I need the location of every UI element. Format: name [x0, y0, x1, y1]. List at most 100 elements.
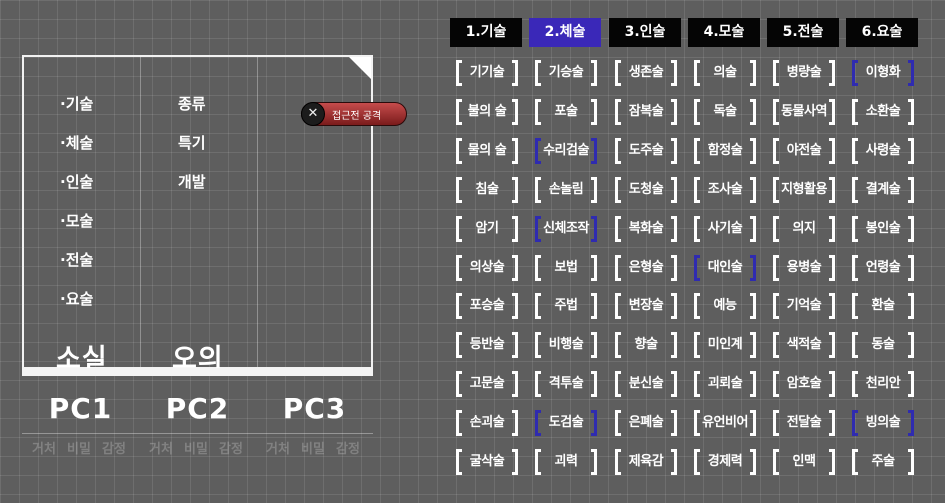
skill-cell[interactable]: 기기술	[456, 60, 518, 86]
melee-attack-button[interactable]: ✕ 접근전 공격	[301, 102, 407, 126]
tab-1-gisul[interactable]: 1.기술	[450, 18, 522, 47]
skill-cell[interactable]: 등반술	[456, 332, 518, 358]
skill-cell[interactable]: 주술	[852, 449, 914, 475]
skill-cell[interactable]: 굴삭술	[456, 449, 518, 475]
skill-cell[interactable]: 동술	[852, 332, 914, 358]
ghost-gamjeong: 감정	[336, 442, 360, 457]
attribute-item: 특기	[178, 134, 206, 152]
skill-cell[interactable]: 격투술	[535, 371, 597, 397]
pc-stat-row: 거처 비밀 감정 거처 비밀 감정 거처 비밀 감정	[22, 442, 373, 488]
skill-cell[interactable]: 잠복술	[615, 99, 677, 125]
category-list: ·기술 ·체술 ·인술 ·모술 ·전술 ·요술	[60, 93, 93, 327]
skill-cell[interactable]: 생존술	[615, 60, 677, 86]
ghost-bimil: 비밀	[184, 442, 208, 457]
pc2-label: PC2	[165, 392, 230, 425]
skill-cell[interactable]: 천리안	[852, 371, 914, 397]
skill-cell[interactable]: 향술	[615, 332, 677, 358]
skill-cell[interactable]: 병량술	[773, 60, 835, 86]
divider	[22, 433, 373, 434]
skill-cell[interactable]: 손놀림	[535, 177, 597, 203]
skill-cell[interactable]: 보법	[535, 255, 597, 281]
skill-cell[interactable]: 사기술	[694, 216, 756, 242]
skill-cell[interactable]: 조사술	[694, 177, 756, 203]
skill-cell[interactable]: 주법	[535, 293, 597, 319]
skill-cell[interactable]: 기억술	[773, 293, 835, 319]
skill-cell[interactable]: 독술	[694, 99, 756, 125]
skill-cell[interactable]: 수리검술	[535, 138, 597, 164]
ghost-bimil: 비밀	[67, 442, 91, 457]
panel-divider	[257, 57, 258, 367]
crossed-swords-icon: ✕	[301, 102, 325, 126]
pc1-label: PC1	[48, 392, 113, 425]
skill-cell[interactable]: 도검술	[535, 410, 597, 436]
skill-cell[interactable]: 야전술	[773, 138, 835, 164]
skill-cell[interactable]: 봉인술	[852, 216, 914, 242]
skill-cell[interactable]: 환술	[852, 293, 914, 319]
skill-cell[interactable]: 동물사역	[773, 99, 835, 125]
ghost-bimil: 비밀	[301, 442, 325, 457]
skill-cell[interactable]: 복화술	[615, 216, 677, 242]
skill-cell[interactable]: 전달술	[773, 410, 835, 436]
tab-3-insul[interactable]: 3.인술	[609, 18, 681, 47]
tab-2-chesul[interactable]: 2.체술	[529, 18, 601, 47]
skill-cell[interactable]: 비행술	[535, 332, 597, 358]
skill-cell[interactable]: 은형술	[615, 255, 677, 281]
ghost-geocheo: 거처	[149, 442, 173, 457]
skill-cell[interactable]: 빙의술	[852, 410, 914, 436]
skill-cell[interactable]: 유언비어	[694, 410, 756, 436]
skill-cell[interactable]: 암기	[456, 216, 518, 242]
skill-cell[interactable]: 의지	[773, 216, 835, 242]
skill-cell[interactable]: 불의 술	[456, 99, 518, 125]
skill-cell[interactable]: 괴력	[535, 449, 597, 475]
category-item: ·체술	[60, 134, 94, 152]
skill-cell[interactable]: 고문술	[456, 371, 518, 397]
category-item: ·모술	[60, 212, 94, 230]
skill-cell[interactable]: 경제력	[694, 449, 756, 475]
skill-cell[interactable]: 포술	[535, 99, 597, 125]
skill-cell[interactable]: 제육감	[615, 449, 677, 475]
skill-cell[interactable]: 인맥	[773, 449, 835, 475]
attribute-list: 종류 특기 개발	[178, 93, 206, 210]
skill-cell[interactable]: 미인계	[694, 332, 756, 358]
skill-cell[interactable]: 도청술	[615, 177, 677, 203]
ghost-geocheo: 거처	[266, 442, 290, 457]
skill-cell[interactable]: 기승술	[535, 60, 597, 86]
category-item: ·인술	[60, 173, 94, 191]
skill-cell[interactable]: 의상술	[456, 255, 518, 281]
skill-cell[interactable]: 암호술	[773, 371, 835, 397]
ghost-gamjeong: 감정	[102, 442, 126, 457]
skill-cell[interactable]: 대인술	[694, 255, 756, 281]
panel-divider	[140, 57, 141, 367]
skill-cell[interactable]: 소환술	[852, 99, 914, 125]
skill-cell[interactable]: 침술	[456, 177, 518, 203]
tab-6-yosul[interactable]: 6.요술	[846, 18, 918, 47]
skill-cell[interactable]: 손괴술	[456, 410, 518, 436]
skill-cell[interactable]: 색적술	[773, 332, 835, 358]
skill-cell[interactable]: 함정술	[694, 138, 756, 164]
skill-cell[interactable]: 결계술	[852, 177, 914, 203]
skill-cell[interactable]: 언령술	[852, 255, 914, 281]
skill-cell[interactable]: 변장술	[615, 293, 677, 319]
attribute-item: 종류	[178, 95, 206, 113]
skill-cell[interactable]: 용병술	[773, 255, 835, 281]
skill-cell[interactable]: 예능	[694, 293, 756, 319]
category-item: ·전술	[60, 251, 94, 269]
ghost-geocheo: 거처	[32, 442, 56, 457]
skill-cell[interactable]: 물의 술	[456, 138, 518, 164]
melee-attack-label: 접근전 공격	[332, 111, 382, 122]
tab-4-mosul[interactable]: 4.모술	[688, 18, 760, 47]
skill-cell[interactable]: 포승술	[456, 293, 518, 319]
skill-cell[interactable]: 괴뢰술	[694, 371, 756, 397]
skill-cell[interactable]: 도주술	[615, 138, 677, 164]
skill-cell[interactable]: 은폐술	[615, 410, 677, 436]
tab-5-jeonsul[interactable]: 5.전술	[767, 18, 839, 47]
pc3-label: PC3	[282, 392, 347, 425]
category-item: ·요술	[60, 290, 94, 308]
skill-cell[interactable]: 이형화	[852, 60, 914, 86]
skill-cell[interactable]: 사령술	[852, 138, 914, 164]
skill-cell[interactable]: 신체조작	[535, 216, 597, 242]
panel-corner-fold	[349, 57, 371, 79]
skill-cell[interactable]: 의술	[694, 60, 756, 86]
skill-cell[interactable]: 분신술	[615, 371, 677, 397]
skill-cell[interactable]: 지형활용	[773, 177, 835, 203]
